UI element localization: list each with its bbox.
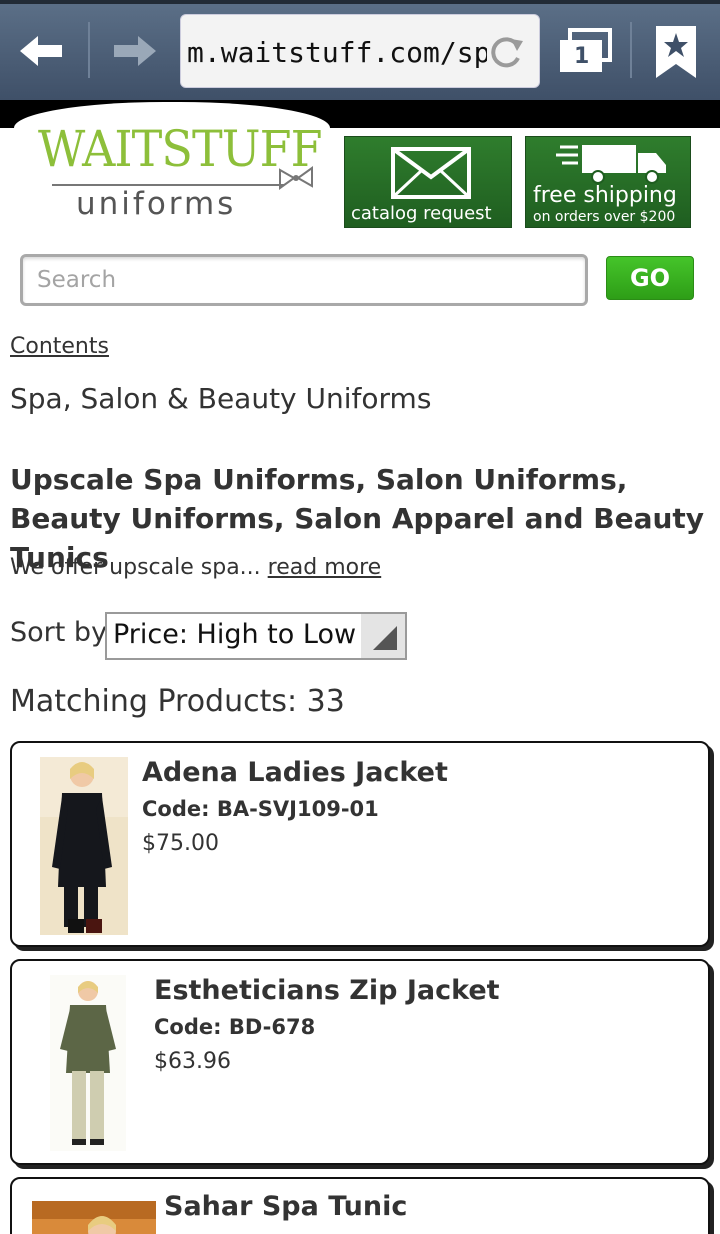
url-text: m.waitstuff.com/spa- xyxy=(187,36,487,69)
truck-icon xyxy=(556,145,666,184)
toolbar-divider xyxy=(630,22,632,78)
dropdown-arrow-icon xyxy=(361,614,405,658)
sort-select[interactable]: Price: High to Low xyxy=(105,612,407,660)
back-button[interactable] xyxy=(14,24,70,78)
read-more-link[interactable]: read more xyxy=(268,555,382,580)
product-card[interactable]: Estheticians Zip Jacket Code: BD-678 $63… xyxy=(10,959,710,1165)
product-name[interactable]: Sahar Spa Tunic xyxy=(164,1191,407,1222)
intro-text: We offer upscale spa... read more xyxy=(10,555,381,580)
free-shipping-banner[interactable]: free shipping on orders over $200 xyxy=(525,136,691,228)
product-price: $63.96 xyxy=(154,1049,231,1074)
free-shipping-label: free shipping xyxy=(533,183,677,208)
logo-subtitle: uniforms xyxy=(76,186,237,222)
forward-button[interactable] xyxy=(106,24,162,78)
forward-arrow-icon xyxy=(114,36,156,66)
product-code: Code: BA-SVJ109-01 xyxy=(142,797,379,821)
toolbar-divider xyxy=(88,22,90,78)
product-image xyxy=(50,975,126,1151)
product-name[interactable]: Estheticians Zip Jacket xyxy=(154,975,500,1006)
search-input[interactable] xyxy=(20,254,588,306)
back-arrow-icon xyxy=(20,36,62,66)
matching-products-count: Matching Products: 33 xyxy=(10,684,345,719)
product-image xyxy=(32,1201,156,1234)
envelope-icon xyxy=(391,147,471,199)
reload-icon[interactable] xyxy=(487,33,525,71)
bookmark-button[interactable] xyxy=(654,24,698,80)
product-card[interactable]: Sahar Spa Tunic xyxy=(10,1177,710,1234)
site-logo[interactable]: WAITSTUFF uniforms xyxy=(14,102,330,228)
product-price: $75.00 xyxy=(142,831,219,856)
search-go-button[interactable]: GO xyxy=(606,256,694,300)
tabs-button[interactable]: 1 xyxy=(556,28,616,76)
product-code: Code: BD-678 xyxy=(154,1015,316,1039)
catalog-request-label: catalog request xyxy=(351,203,492,224)
tab-count: 1 xyxy=(574,44,590,69)
sort-selected-value: Price: High to Low xyxy=(113,619,357,650)
status-strip xyxy=(0,0,720,4)
product-name[interactable]: Adena Ladies Jacket xyxy=(142,757,448,788)
catalog-request-banner[interactable]: catalog request xyxy=(344,136,512,228)
contents-link[interactable]: Contents xyxy=(10,334,109,359)
free-shipping-terms: on orders over $200 xyxy=(533,209,676,225)
product-card[interactable]: Adena Ladies Jacket Code: BA-SVJ109-01 $… xyxy=(10,741,710,947)
address-bar[interactable]: m.waitstuff.com/spa- xyxy=(180,14,540,88)
category-title: Spa, Salon & Beauty Uniforms xyxy=(10,382,432,415)
bookmark-star-icon xyxy=(656,26,696,78)
intro-snippet: We offer upscale spa... xyxy=(10,555,261,580)
sort-label: Sort by xyxy=(10,617,108,648)
product-image xyxy=(40,757,128,935)
bowtie-icon xyxy=(279,166,313,190)
browser-toolbar: m.waitstuff.com/spa- 1 xyxy=(0,0,720,100)
